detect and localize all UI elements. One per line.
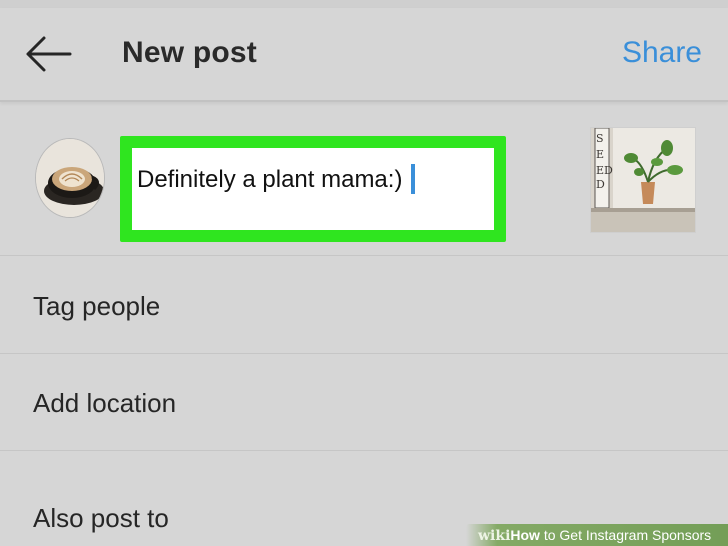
svg-text:S: S	[596, 132, 604, 145]
top-app-bar: New post Share	[0, 8, 728, 102]
watermark-brand: wiki	[478, 528, 511, 544]
watermark-title: to Get Instagram Sponsors	[539, 527, 712, 543]
add-location-row[interactable]: Add location	[0, 354, 728, 451]
page-title: New post	[122, 36, 257, 69]
wikihow-watermark: wikiHow to Get Instagram Sponsors	[466, 524, 728, 546]
share-button[interactable]: Share	[622, 36, 702, 70]
tag-people-row[interactable]: Tag people	[0, 257, 728, 354]
tag-people-label: Tag people	[33, 291, 161, 321]
avatar[interactable]	[35, 138, 105, 218]
add-location-label: Add location	[33, 388, 177, 418]
svg-text:ED: ED	[596, 164, 613, 177]
status-bar	[0, 0, 728, 8]
svg-text:E: E	[596, 148, 604, 161]
coffee-cup-photo	[36, 139, 104, 217]
also-post-to-label: Also post to	[33, 503, 169, 533]
post-thumbnail: S E ED D	[590, 127, 696, 233]
text-cursor	[411, 163, 416, 194]
caption-text: Definitely a plant mama:)	[137, 166, 403, 193]
watermark-how: How	[510, 527, 540, 543]
caption-input[interactable]: Definitely a plant mama:)	[137, 163, 477, 194]
arrow-left-icon	[26, 36, 72, 72]
caption-highlight-frame: Definitely a plant mama:)	[120, 136, 506, 242]
back-button[interactable]	[20, 32, 78, 76]
plant-photo: S E ED D	[591, 128, 695, 232]
svg-text:D: D	[596, 178, 605, 191]
compose-row: Definitely a plant mama:) S E ED D	[0, 104, 728, 256]
